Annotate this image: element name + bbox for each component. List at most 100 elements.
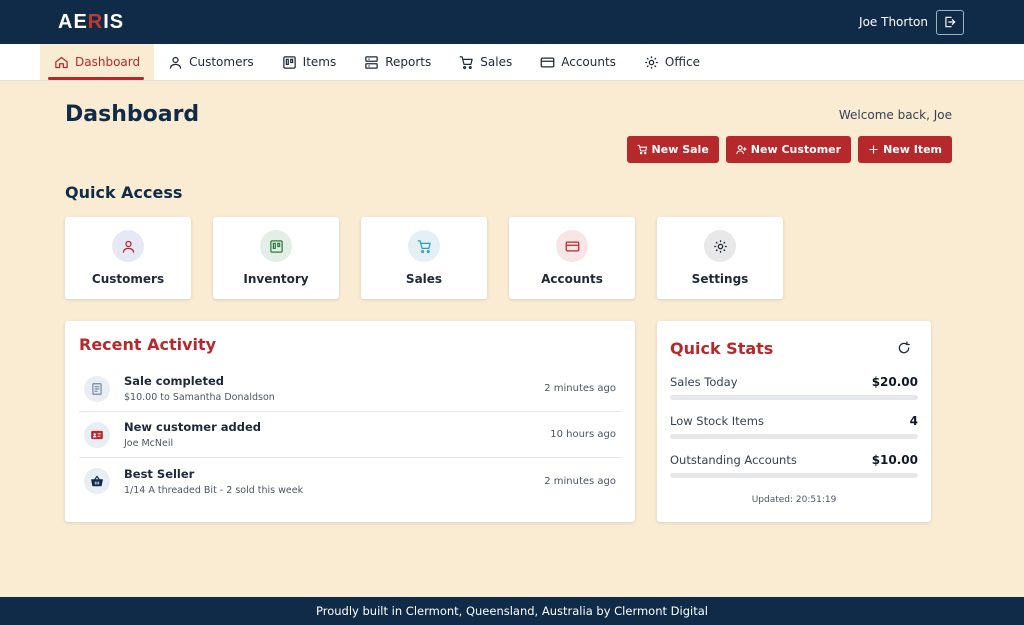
plus-icon	[869, 145, 878, 154]
basket-icon	[91, 475, 103, 487]
quick-access-label: Settings	[691, 272, 749, 286]
nav-label: Reports	[385, 55, 432, 69]
cart-icon	[417, 239, 431, 253]
stat-value: $20.00	[871, 375, 918, 389]
activity-subtitle: $10.00 to Samantha Donaldson	[124, 392, 275, 403]
new-sale-button[interactable]: New Sale	[626, 136, 719, 163]
top-header: AE R IS Joe Thorton	[0, 0, 1024, 44]
quick-access-customers[interactable]: Customers	[65, 217, 191, 299]
gear-icon	[645, 55, 658, 69]
gear-icon	[713, 239, 727, 253]
receipt-icon	[92, 382, 102, 395]
activity-title: Best Seller	[124, 466, 195, 481]
activity-item[interactable]: Best Seller 1/14 A threaded Bit - 2 sold…	[79, 458, 622, 504]
nav-label: Customers	[189, 55, 254, 69]
server-icon	[365, 55, 378, 69]
quick-access-inventory[interactable]: Inventory	[213, 217, 339, 299]
activity-time: 2 minutes ago	[544, 475, 616, 487]
user-icon	[169, 56, 182, 69]
activity-title: Sale completed	[124, 374, 224, 388]
board-icon	[269, 239, 283, 253]
stat-bar	[670, 434, 918, 439]
home-icon	[55, 56, 68, 68]
stat-bar	[670, 473, 918, 478]
user-area: Joe Thorton	[859, 9, 964, 35]
button-label: New Customer	[750, 143, 842, 156]
nav-reports[interactable]: Reports	[350, 44, 445, 80]
new-item-button[interactable]: New Item	[858, 136, 952, 163]
aeris-logo[interactable]: AE R IS	[58, 11, 124, 34]
nav-label: Dashboard	[75, 55, 141, 69]
activity-time: 2 minutes ago	[544, 383, 616, 394]
button-label: New Item	[883, 143, 942, 156]
nav-label: Office	[664, 55, 700, 69]
quick-access-settings[interactable]: Settings	[657, 217, 783, 299]
stat-label: Sales Today	[670, 375, 738, 389]
quick-access-accounts[interactable]: Accounts	[509, 217, 635, 299]
quick-stats-panel: Quick Stats Sales Today $20.00 Low Stock…	[657, 321, 931, 522]
button-label: New Sale	[651, 143, 709, 156]
refresh-icon[interactable]	[897, 341, 911, 355]
quick-stats-title: Quick Stats	[670, 339, 774, 358]
stat-value: 4	[909, 414, 918, 428]
user-plus-icon	[736, 145, 747, 155]
footer: Proudly built in Clermont, Queensland, A…	[0, 597, 1024, 625]
page-title: Dashboard	[65, 102, 200, 127]
card-icon	[540, 57, 555, 67]
activity-item[interactable]: Sale completed $10.00 to Samantha Donald…	[79, 366, 622, 412]
quick-access-icon-wrap	[408, 230, 440, 262]
user-icon	[122, 240, 134, 253]
username: Joe Thorton	[859, 15, 928, 29]
nav-customers[interactable]: Customers	[154, 44, 268, 80]
logout-icon	[945, 16, 956, 28]
quick-access-icon-wrap	[704, 230, 736, 262]
logo-text-a: AE	[58, 10, 88, 33]
activity-subtitle: 1/14 A threaded Bit - 2 sold this week	[124, 484, 304, 496]
activity-text: New customer added Joe McNeil	[124, 420, 550, 449]
nav-office[interactable]: Office	[630, 44, 714, 80]
quick-access-label: Customers	[91, 272, 165, 286]
logo-text-r: R	[87, 10, 104, 33]
quick-access-icon-wrap	[260, 230, 292, 262]
activity-icon-wrap	[84, 468, 110, 494]
stat-value: $10.00	[871, 453, 918, 467]
quick-access-label: Accounts	[541, 272, 603, 286]
quick-access-icon-wrap	[556, 230, 588, 262]
nav-label: Items	[302, 55, 337, 69]
stat-label: Outstanding Accounts	[670, 453, 797, 467]
activity-time: 10 hours ago	[550, 429, 616, 440]
welcome-message: Welcome back, Joe	[838, 108, 952, 122]
stat-bar	[670, 395, 918, 400]
stat-low-stock: Low Stock Items 4	[670, 414, 918, 439]
activity-icon-wrap	[84, 421, 110, 448]
nav-items[interactable]: Items	[268, 44, 351, 80]
stats-updated-time: Updated: 20:51:19	[751, 495, 837, 505]
recent-activity-panel: Recent Activity Sale completed $10.00 to…	[65, 321, 635, 522]
logout-button[interactable]	[936, 9, 964, 35]
nav-dashboard[interactable]: Dashboard	[40, 44, 155, 80]
recent-activity-title: Recent Activity	[79, 335, 217, 354]
stat-sales-today: Sales Today $20.00	[670, 375, 918, 400]
activity-title: New customer added	[124, 420, 262, 434]
main-nav: Dashboard Customers Items Reports Sales …	[0, 44, 1024, 81]
stat-label: Low Stock Items	[670, 414, 764, 428]
activity-item[interactable]: New customer added Joe McNeil 10 hours a…	[79, 412, 622, 458]
quick-access-title: Quick Access	[65, 183, 183, 202]
nav-accounts[interactable]: Accounts	[526, 44, 630, 80]
logo-text-is: IS	[103, 10, 125, 33]
stat-outstanding-accounts: Outstanding Accounts $10.00	[670, 453, 918, 478]
card-icon	[565, 241, 579, 251]
quick-access-label: Inventory	[243, 272, 309, 286]
quick-access-label: Sales	[405, 272, 443, 286]
cart-icon	[636, 144, 647, 155]
activity-text: Best Seller 1/14 A threaded Bit - 2 sold…	[124, 467, 544, 496]
activity-icon-wrap	[84, 375, 110, 402]
nav-label: Accounts	[561, 55, 616, 69]
nav-sales[interactable]: Sales	[445, 44, 526, 80]
footer-text: Proudly built in Clermont, Queensland, A…	[316, 604, 708, 618]
board-icon	[282, 55, 296, 69]
new-customer-button[interactable]: New Customer	[725, 136, 852, 163]
action-buttons: New Sale New Customer New Item	[626, 136, 952, 163]
quick-access-sales[interactable]: Sales	[361, 217, 487, 299]
id-card-icon	[91, 430, 103, 439]
